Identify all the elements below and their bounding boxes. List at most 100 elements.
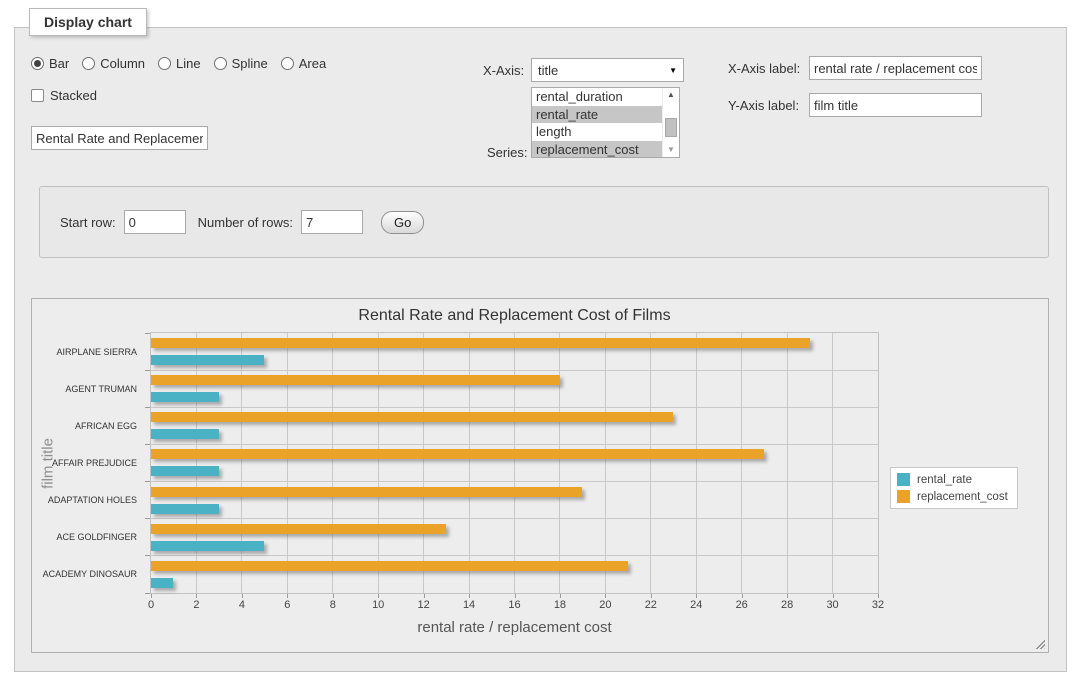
gridline-vertical bbox=[287, 333, 288, 593]
y-tick-mark bbox=[145, 407, 150, 408]
fieldset-legend: Display chart bbox=[29, 8, 147, 36]
y-axis-label-input[interactable] bbox=[809, 93, 982, 117]
radio-label: Spline bbox=[232, 56, 268, 71]
category-label: AFFAIR PREJUDICE bbox=[32, 444, 144, 481]
x-axis-label-label: X-Axis label: bbox=[728, 61, 800, 76]
radio-icon[interactable] bbox=[281, 57, 294, 70]
x-axis-selected-value: title bbox=[538, 63, 669, 78]
series-listbox[interactable]: rental_durationrental_ratelengthreplacem… bbox=[531, 87, 680, 158]
x-axis-label-input[interactable] bbox=[809, 56, 982, 80]
x-tick-mark bbox=[151, 594, 152, 598]
bar-rental_rate bbox=[151, 541, 264, 551]
x-tick-mark bbox=[469, 594, 470, 598]
chart-type-radio-group: Bar Column Line Spline Area bbox=[31, 56, 326, 71]
radio-option-column[interactable]: Column bbox=[82, 56, 145, 71]
x-tick-mark bbox=[287, 594, 288, 598]
gridline-vertical bbox=[650, 333, 651, 593]
legend-swatch-icon bbox=[897, 473, 910, 486]
x-tick-mark bbox=[651, 594, 652, 598]
x-tick-label: 20 bbox=[590, 599, 620, 611]
chart-x-axis-title: rental rate / replacement cost bbox=[150, 619, 879, 636]
x-tick-label: 28 bbox=[772, 599, 802, 611]
x-tick-label: 0 bbox=[136, 599, 166, 611]
gridline-horizontal bbox=[151, 518, 878, 519]
chart-title-input[interactable] bbox=[31, 126, 208, 150]
x-tick-label: 6 bbox=[272, 599, 302, 611]
x-tick-mark bbox=[742, 594, 743, 598]
y-axis-label-label: Y-Axis label: bbox=[728, 98, 799, 113]
x-tick-mark bbox=[878, 594, 879, 598]
x-tick-label: 32 bbox=[863, 599, 893, 611]
display-chart-fieldset: Display chart BarColumnLineSplineArea St… bbox=[14, 27, 1067, 672]
x-tick-mark bbox=[515, 594, 516, 598]
radio-option-line[interactable]: Line bbox=[158, 56, 201, 71]
bar-rental_rate bbox=[151, 355, 264, 365]
legend-item-replacement_cost: replacement_cost bbox=[897, 490, 1008, 503]
gridline-horizontal bbox=[151, 370, 878, 371]
plot-area bbox=[150, 332, 879, 594]
gridline-horizontal bbox=[151, 555, 878, 556]
legend-item-rental_rate: rental_rate bbox=[897, 473, 1008, 486]
category-label: ADAPTATION HOLES bbox=[32, 482, 144, 519]
y-tick-mark bbox=[145, 593, 150, 594]
go-button[interactable]: Go bbox=[381, 211, 424, 234]
bar-replacement_cost bbox=[151, 375, 560, 385]
radio-label: Area bbox=[299, 56, 326, 71]
chart-legend: rental_rate replacement_cost bbox=[890, 467, 1018, 509]
x-tick-mark bbox=[424, 594, 425, 598]
checkbox-box-icon[interactable] bbox=[31, 89, 44, 102]
series-option-replacement_cost[interactable]: replacement_cost bbox=[532, 141, 662, 158]
series-option-rental_rate[interactable]: rental_rate bbox=[532, 106, 662, 124]
radio-label: Bar bbox=[49, 56, 69, 71]
gridline-vertical bbox=[241, 333, 242, 593]
chart-panel: Rental Rate and Replacement Cost of Film… bbox=[31, 298, 1049, 653]
gridline-vertical bbox=[378, 333, 379, 593]
radio-option-spline[interactable]: Spline bbox=[214, 56, 268, 71]
series-option-rental_duration[interactable]: rental_duration bbox=[532, 88, 662, 106]
y-tick-mark bbox=[145, 555, 150, 556]
stacked-checkbox[interactable]: Stacked bbox=[31, 88, 97, 103]
gridline-horizontal bbox=[151, 481, 878, 482]
scroll-down-icon[interactable]: ▼ bbox=[663, 143, 679, 157]
num-rows-input[interactable] bbox=[301, 210, 363, 234]
legend-swatch-icon bbox=[897, 490, 910, 503]
chevron-down-icon: ▼ bbox=[669, 66, 677, 75]
scrollbar-thumb[interactable] bbox=[665, 118, 677, 137]
radio-icon[interactable] bbox=[158, 57, 171, 70]
gridline-vertical bbox=[469, 333, 470, 593]
series-option-length[interactable]: length bbox=[532, 123, 662, 141]
scroll-up-icon[interactable]: ▲ bbox=[663, 88, 679, 102]
gridline-vertical bbox=[787, 333, 788, 593]
x-tick-mark bbox=[696, 594, 697, 598]
radio-label: Line bbox=[176, 56, 201, 71]
gridline-vertical bbox=[741, 333, 742, 593]
radio-option-area[interactable]: Area bbox=[281, 56, 326, 71]
y-tick-mark bbox=[145, 370, 150, 371]
x-axis-select[interactable]: title ▼ bbox=[531, 58, 684, 82]
listbox-scrollbar[interactable]: ▲ ▼ bbox=[662, 88, 679, 157]
x-axis-select-label: X-Axis: bbox=[483, 63, 524, 78]
gridline-horizontal bbox=[151, 444, 878, 445]
radio-icon[interactable] bbox=[31, 57, 44, 70]
gridline-vertical bbox=[514, 333, 515, 593]
y-tick-mark bbox=[145, 481, 150, 482]
resize-grip-icon[interactable] bbox=[1034, 638, 1045, 649]
radio-option-bar[interactable]: Bar bbox=[31, 56, 69, 71]
x-tick-label: 4 bbox=[227, 599, 257, 611]
x-tick-label: 24 bbox=[681, 599, 711, 611]
legend-label: rental_rate bbox=[917, 474, 972, 486]
x-tick-mark bbox=[242, 594, 243, 598]
bar-replacement_cost bbox=[151, 561, 628, 571]
x-tick-label: 30 bbox=[818, 599, 848, 611]
category-label: ACE GOLDFINGER bbox=[32, 519, 144, 556]
gridline-vertical bbox=[332, 333, 333, 593]
page: Display chart Bar Column Line Spline Area St… bbox=[0, 0, 1081, 681]
radio-icon[interactable] bbox=[82, 57, 95, 70]
radio-icon[interactable] bbox=[214, 57, 227, 70]
bar-replacement_cost bbox=[151, 412, 673, 422]
gridline-vertical bbox=[605, 333, 606, 593]
y-tick-mark bbox=[145, 444, 150, 445]
row-controls-panel: Start row: Number of rows: Go bbox=[39, 186, 1049, 258]
start-row-input[interactable] bbox=[124, 210, 186, 234]
num-rows-label: Number of rows: bbox=[198, 215, 293, 230]
